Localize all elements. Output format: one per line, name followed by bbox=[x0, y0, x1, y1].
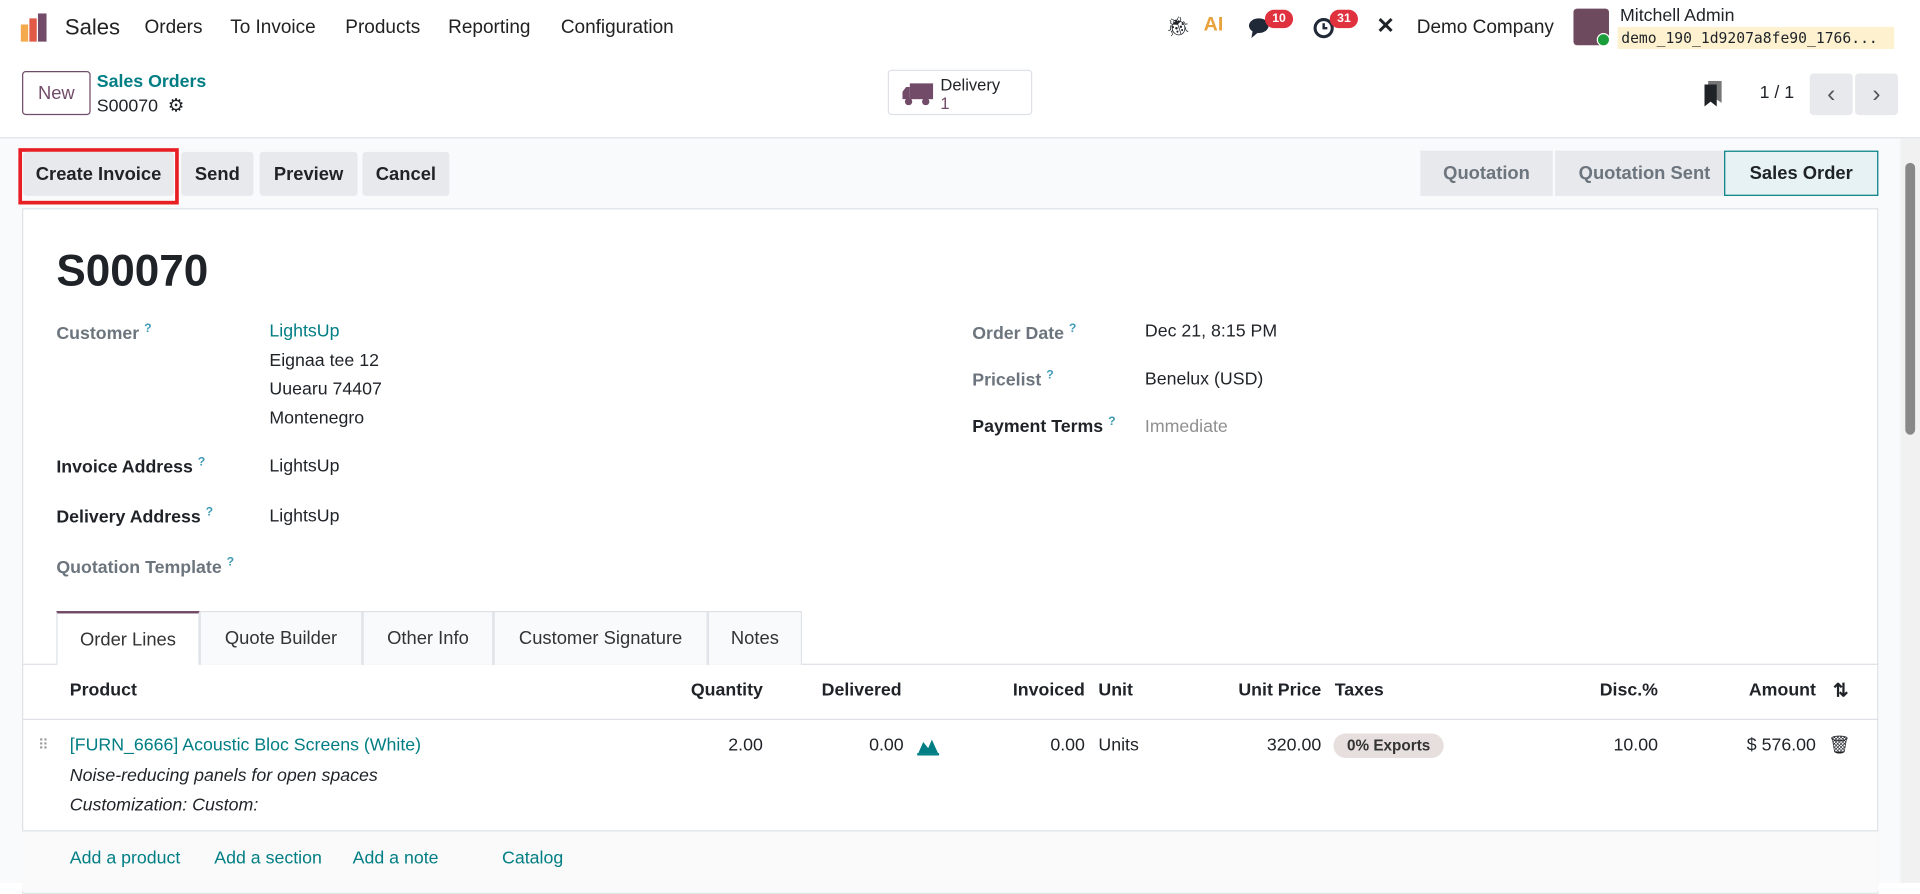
control-panel: New Sales Orders S00070 ⚙ Delivery 1 1 /… bbox=[0, 56, 1920, 139]
delivery-smart-button[interactable]: Delivery 1 bbox=[887, 69, 1033, 116]
product-name[interactable]: [FURN_6666] Acoustic Bloc Screens (White… bbox=[70, 736, 421, 756]
address-line: Montenegro bbox=[269, 408, 365, 429]
add-note-link[interactable]: Add a note bbox=[353, 849, 439, 869]
payment-terms-label: Payment Terms? bbox=[972, 415, 1116, 437]
header-divider bbox=[22, 718, 1879, 721]
stage-quotation[interactable]: Quotation bbox=[1420, 150, 1553, 196]
order-date-field[interactable]: Dec 21, 8:15 PM bbox=[1145, 322, 1277, 342]
col-amount[interactable]: Amount bbox=[1749, 681, 1816, 701]
col-taxes[interactable]: Taxes bbox=[1335, 681, 1384, 701]
breadcrumb-current: S00070 bbox=[96, 96, 158, 117]
invoice-address-field[interactable]: LightsUp bbox=[269, 457, 339, 477]
tab-other-info[interactable]: Other Info bbox=[362, 611, 494, 665]
settings-tools-icon[interactable]: ✕ bbox=[1376, 13, 1394, 39]
tab-customer-signature[interactable]: Customer Signature bbox=[493, 611, 708, 665]
online-status-icon bbox=[1596, 33, 1611, 47]
optional-columns-icon[interactable]: ⇅ bbox=[1833, 680, 1848, 702]
catalog-link[interactable]: Catalog bbox=[502, 849, 563, 869]
drag-handle-icon[interactable]: ⠿ bbox=[38, 736, 49, 753]
quotation-template-field[interactable] bbox=[269, 553, 918, 582]
payment-terms-field[interactable]: Immediate bbox=[1145, 418, 1228, 438]
tab-quote-builder[interactable]: Quote Builder bbox=[199, 611, 363, 665]
col-quantity[interactable]: Quantity bbox=[691, 681, 763, 701]
scrollbar-thumb[interactable] bbox=[1905, 162, 1916, 435]
menu-orders[interactable]: Orders bbox=[144, 17, 202, 39]
tax-tag[interactable]: 0% Exports bbox=[1333, 733, 1444, 758]
pager-value[interactable]: 1 / 1 bbox=[1760, 83, 1795, 103]
col-unit[interactable]: Unit bbox=[1098, 681, 1133, 701]
delivery-label: Delivery bbox=[940, 75, 1001, 95]
preview-button[interactable]: Preview bbox=[259, 151, 358, 196]
cancel-button[interactable]: Cancel bbox=[362, 151, 450, 196]
truck-icon bbox=[902, 83, 934, 106]
col-invoiced[interactable]: Invoiced bbox=[1013, 681, 1085, 701]
address-line: Uuearu 74407 bbox=[269, 379, 382, 400]
stage-sales-order[interactable]: Sales Order bbox=[1724, 150, 1879, 196]
invoiced-cell: 0.00 bbox=[1050, 735, 1085, 756]
customer-label: Customer? bbox=[56, 322, 152, 344]
quantity-cell[interactable]: 2.00 bbox=[728, 736, 763, 756]
gear-icon[interactable]: ⚙ bbox=[168, 94, 184, 117]
sales-app-logo-icon[interactable] bbox=[20, 12, 49, 44]
tab-order-lines[interactable]: Order Lines bbox=[56, 611, 200, 665]
product-customization: Customization: Custom: bbox=[69, 795, 259, 816]
delete-trash-icon[interactable]: 🗑︎ bbox=[1828, 735, 1851, 756]
invoice-address-label: Invoice Address? bbox=[56, 455, 206, 478]
database-name: demo_190_1d9207a8fe90_1766... bbox=[1617, 26, 1895, 49]
delivery-count: 1 bbox=[940, 94, 950, 113]
product-description: Noise-reducing panels for open spaces bbox=[69, 766, 378, 787]
menu-reporting[interactable]: Reporting bbox=[448, 17, 530, 39]
activities-badge: 31 bbox=[1329, 9, 1359, 29]
pricelist-label: Pricelist? bbox=[972, 368, 1054, 391]
user-name[interactable]: Mitchell Admin bbox=[1620, 6, 1734, 26]
page-title: S00070 bbox=[56, 244, 209, 296]
unit-price-cell[interactable]: 320.00 bbox=[1267, 736, 1321, 756]
menu-to-invoice[interactable]: To Invoice bbox=[230, 17, 315, 39]
unit-cell[interactable]: Units bbox=[1098, 736, 1138, 756]
amount-cell: $ 576.00 bbox=[1746, 735, 1816, 756]
col-disc[interactable]: Disc.% bbox=[1600, 681, 1658, 701]
form-sheet bbox=[22, 208, 1879, 894]
ai-icon[interactable]: AI bbox=[1204, 15, 1224, 37]
app: Sales Orders To Invoice Products Reporti… bbox=[0, 0, 1920, 894]
bookmark-icon[interactable] bbox=[1703, 80, 1723, 108]
app-name[interactable]: Sales bbox=[65, 15, 120, 41]
breadcrumb-sales-orders[interactable]: Sales Orders bbox=[97, 72, 207, 92]
order-date-label: Order Date? bbox=[972, 322, 1077, 344]
debug-bug-icon[interactable]: 🐞︎ bbox=[1166, 15, 1191, 39]
company-switcher[interactable]: Demo Company bbox=[1417, 17, 1554, 39]
create-invoice-button[interactable]: Create Invoice bbox=[23, 151, 174, 196]
messages-badge: 10 bbox=[1264, 9, 1294, 29]
tab-notes[interactable]: Notes bbox=[707, 611, 803, 665]
add-product-link[interactable]: Add a product bbox=[70, 849, 181, 869]
disc-cell[interactable]: 10.00 bbox=[1614, 736, 1658, 756]
address-line: Eignaa tee 12 bbox=[269, 351, 379, 372]
menu-products[interactable]: Products bbox=[345, 17, 420, 39]
new-button[interactable]: New bbox=[22, 71, 91, 116]
pager-previous-button[interactable]: ‹ bbox=[1809, 73, 1853, 116]
stage-quotation-sent[interactable]: Quotation Sent bbox=[1555, 150, 1725, 196]
active-tab-gap bbox=[57, 662, 199, 667]
add-section-link[interactable]: Add a section bbox=[214, 849, 322, 869]
scrollbar[interactable] bbox=[1900, 138, 1920, 883]
delivery-address-label: Delivery Address? bbox=[56, 505, 214, 528]
delivered-cell: 0.00 bbox=[869, 735, 904, 756]
delivery-address-field[interactable]: LightsUp bbox=[269, 507, 339, 527]
send-button[interactable]: Send bbox=[181, 151, 254, 196]
col-unit-price[interactable]: Unit Price bbox=[1238, 681, 1321, 701]
forecast-chart-icon[interactable] bbox=[917, 737, 940, 756]
pricelist-field[interactable]: Benelux (USD) bbox=[1145, 370, 1263, 390]
customer-link[interactable]: LightsUp bbox=[269, 322, 339, 342]
pager-next-button[interactable]: › bbox=[1855, 73, 1898, 116]
col-product[interactable]: Product bbox=[70, 681, 137, 701]
top-navbar: Sales Orders To Invoice Products Reporti… bbox=[0, 0, 1920, 57]
menu-configuration[interactable]: Configuration bbox=[561, 17, 674, 39]
quotation-template-label: Quotation Template? bbox=[56, 555, 235, 578]
col-delivered[interactable]: Delivered bbox=[822, 681, 902, 701]
